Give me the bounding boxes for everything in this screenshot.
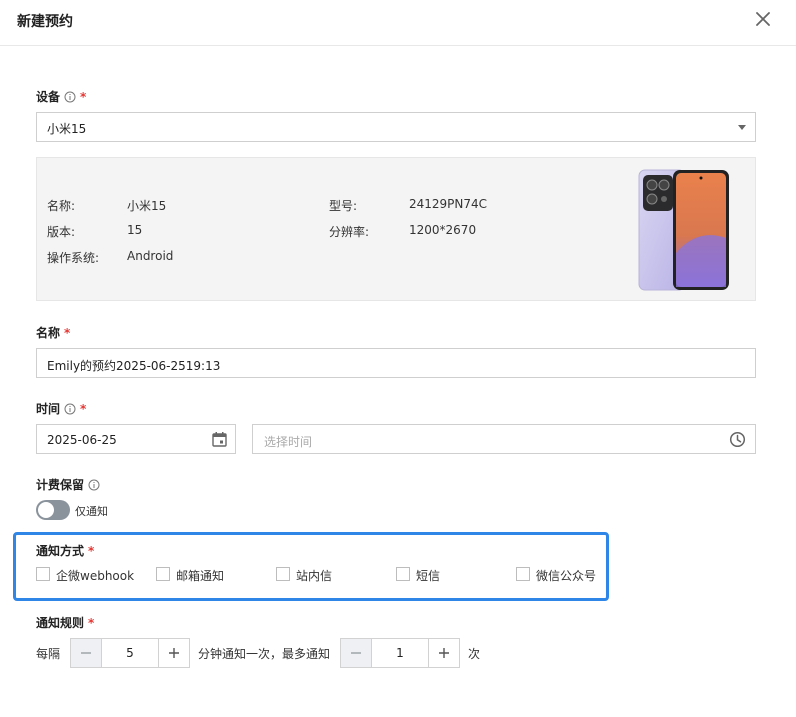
time-label: 时间 <box>36 402 61 416</box>
notify-method-label: 通知方式 <box>36 544 85 558</box>
info-model-value: 24129PN74C <box>409 197 488 211</box>
option-wechat-official[interactable]: 微信公众号 <box>536 567 596 584</box>
option-inbox[interactable]: 站内信 <box>296 567 332 584</box>
name-input[interactable]: Emily的预约2025-06-2519:13 <box>36 348 756 378</box>
info-icon[interactable] <box>88 479 100 491</box>
info-name-value: 小米15 <box>127 199 167 213</box>
option-email[interactable]: 邮箱通知 <box>176 567 224 584</box>
info-resolution-value: 1200*2670 <box>409 223 477 237</box>
billing-toggle-label: 仅通知 <box>75 505 108 518</box>
device-label: 设备 <box>36 90 61 104</box>
calendar-icon[interactable] <box>211 431 228 448</box>
info-resolution-key: 分辨率: <box>329 225 370 239</box>
option-wecom-webhook[interactable]: 企微webhook <box>56 567 134 584</box>
rule-prefix: 每隔 <box>36 647 61 661</box>
info-version-key: 版本: <box>47 225 76 239</box>
close-icon[interactable] <box>753 9 773 29</box>
minus-icon <box>351 652 361 654</box>
name-label-row: 名称 * <box>36 324 70 341</box>
plus-icon <box>439 648 449 658</box>
info-version-value: 15 <box>127 223 143 237</box>
caret-down-icon <box>738 125 746 130</box>
name-label: 名称 <box>36 326 61 340</box>
option-sms[interactable]: 短信 <box>416 567 440 584</box>
max-plus-button[interactable] <box>429 639 459 667</box>
checkbox-inbox[interactable] <box>276 567 290 581</box>
checkbox-wechat-official[interactable] <box>516 567 530 581</box>
billing-toggle[interactable] <box>36 500 70 520</box>
required-mark: * <box>88 615 95 630</box>
plus-icon <box>169 648 179 658</box>
required-mark: * <box>64 325 71 340</box>
time-placeholder: 选择时间 <box>264 435 313 449</box>
rule-suffix: 次 <box>468 647 481 661</box>
phone-image <box>638 169 729 291</box>
checkbox-email[interactable] <box>156 567 170 581</box>
clock-icon[interactable] <box>729 431 746 448</box>
date-value: 2025-06-25 <box>47 433 117 447</box>
info-icon[interactable] <box>64 91 76 103</box>
minus-icon <box>81 652 91 654</box>
max-minus-button[interactable] <box>341 639 371 667</box>
interval-plus-button[interactable] <box>159 639 189 667</box>
device-info-card: 名称: 小米15 版本: 15 操作系统: Android 型号: 24129P… <box>36 157 756 301</box>
info-icon[interactable] <box>64 403 76 415</box>
checkbox-wecom-webhook[interactable] <box>36 567 50 581</box>
billing-label-row: 计费保留 <box>36 476 100 493</box>
name-input-value: Emily的预约2025-06-2519:13 <box>47 359 221 373</box>
checkbox-sms[interactable] <box>396 567 410 581</box>
toggle-knob <box>38 502 54 518</box>
rule-middle: 分钟通知一次，最多通知 <box>198 647 331 661</box>
interval-value[interactable]: 5 <box>101 639 159 667</box>
info-os-key: 操作系统: <box>47 251 100 265</box>
required-mark: * <box>80 89 87 104</box>
dialog-header: 新建预约 <box>0 0 796 46</box>
max-stepper[interactable]: 1 <box>340 638 460 668</box>
interval-minus-button[interactable] <box>71 639 101 667</box>
info-model-key: 型号: <box>329 199 358 213</box>
required-mark: * <box>80 401 87 416</box>
info-os-value: Android <box>127 249 174 263</box>
time-picker[interactable]: 选择时间 <box>252 424 756 454</box>
notify-method-label-row: 通知方式 * <box>36 542 94 559</box>
required-mark: * <box>88 543 95 558</box>
date-picker[interactable]: 2025-06-25 <box>36 424 236 454</box>
time-label-row: 时间 * <box>36 400 86 417</box>
dialog-title: 新建预约 <box>17 14 73 30</box>
max-value[interactable]: 1 <box>371 639 429 667</box>
device-select-value: 小米15 <box>47 122 87 136</box>
notify-rule-label: 通知规则 <box>36 616 85 630</box>
device-select[interactable]: 小米15 <box>36 112 756 142</box>
info-name-key: 名称: <box>47 199 76 213</box>
billing-label: 计费保留 <box>36 478 85 492</box>
notify-rule-label-row: 通知规则 * <box>36 614 94 631</box>
interval-stepper[interactable]: 5 <box>70 638 190 668</box>
device-label-row: 设备 * <box>36 88 86 105</box>
